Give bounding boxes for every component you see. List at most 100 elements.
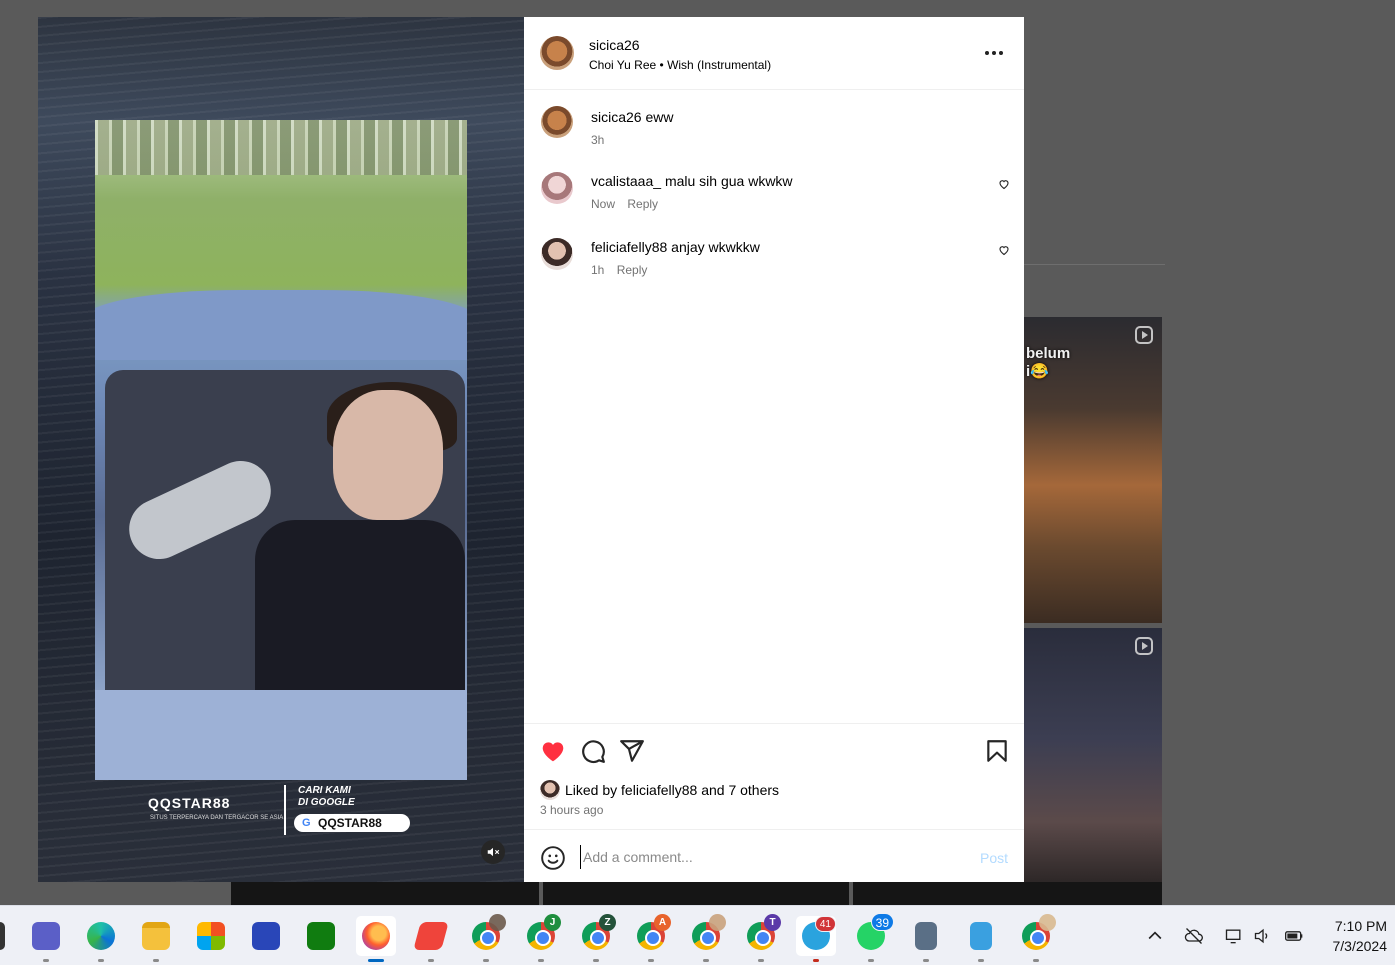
store-icon	[197, 922, 225, 950]
taskbar-chrome[interactable]	[686, 914, 726, 962]
post-button[interactable]: Post	[980, 850, 1008, 866]
chevron-up-icon[interactable]	[1145, 926, 1165, 946]
post-side-panel: sicica26 Choi Yu Ree • Wish (Instrumenta…	[524, 17, 1024, 882]
chrome-profile-badge	[1039, 914, 1056, 931]
emoji-icon[interactable]	[540, 845, 566, 871]
volume-icon[interactable]	[1253, 926, 1273, 946]
edge-icon	[87, 922, 115, 950]
comment-row: sicica26 eww 3h	[524, 106, 1024, 162]
taskbar-chrome[interactable]: A	[631, 914, 671, 962]
avatar[interactable]	[540, 36, 574, 70]
telegram-icon: 41	[802, 916, 836, 950]
ad-find-line: CARI KAMI	[298, 785, 351, 796]
audio-title[interactable]: Wish (Instrumental)	[667, 58, 771, 72]
running-indicator	[483, 959, 489, 962]
car-door	[95, 690, 467, 780]
comment-username[interactable]: sicica26	[591, 109, 642, 125]
taskbar-calculator[interactable]	[906, 916, 946, 962]
avatar[interactable]	[541, 172, 573, 204]
likes-first-user[interactable]: feliciafelly88	[621, 782, 697, 798]
taskbar-chrome[interactable]: T	[741, 914, 781, 962]
comment-composer: Post	[524, 829, 1024, 882]
taskbar-edge[interactable]	[81, 916, 121, 962]
taskbar-chrome[interactable]: J	[521, 914, 561, 962]
avatar[interactable]	[541, 106, 573, 138]
comment-meta: 3h	[591, 133, 604, 147]
dot-icon	[992, 51, 996, 55]
person-body	[255, 520, 465, 690]
post-modal: QQSTAR88 SITUS TERPERCAYA DAN TERGACOR S…	[38, 17, 1024, 882]
cloud-offline-icon[interactable]	[1184, 926, 1204, 946]
comment-username[interactable]: vcalistaaa_	[591, 173, 661, 189]
video-frame	[95, 120, 467, 780]
comment-like-icon[interactable]	[998, 178, 1010, 190]
person-head	[333, 390, 443, 520]
battery-icon[interactable]	[1284, 926, 1304, 946]
comment-input[interactable]	[580, 845, 960, 869]
running-indicator	[868, 959, 874, 962]
chrome-icon: J	[527, 914, 561, 950]
taskbar-telegram[interactable]: 41	[796, 916, 836, 962]
taskbar-teams[interactable]	[26, 916, 66, 962]
more-options-button[interactable]	[982, 44, 1006, 62]
taskbar-xbox[interactable]	[301, 916, 341, 956]
chrome-profile-badge: Z	[599, 914, 616, 931]
chrome-icon	[1022, 914, 1056, 950]
reply-button[interactable]: Reply	[627, 197, 658, 211]
chrome-icon	[692, 914, 726, 950]
heart-filled-icon[interactable]	[540, 738, 566, 764]
chrome-profile-badge: J	[544, 914, 561, 931]
reel-icon	[1135, 637, 1153, 655]
comment-meta: 1h Reply	[591, 263, 647, 277]
share-icon[interactable]	[619, 738, 645, 764]
taskbar-vpn[interactable]	[246, 916, 286, 956]
reel-icon	[1135, 326, 1153, 344]
background-tile-strip[interactable]	[231, 882, 539, 905]
reel-video[interactable]: QQSTAR88 SITUS TERPERCAYA DAN TERGACOR S…	[38, 17, 524, 882]
taskbar-app[interactable]	[0, 916, 20, 956]
comment-icon[interactable]	[580, 738, 606, 764]
whatsapp-icon: 39	[857, 913, 894, 950]
taskbar-chrome[interactable]	[466, 914, 506, 962]
background-tile-strip[interactable]	[543, 882, 849, 905]
likes-others[interactable]: 7 others	[728, 782, 779, 798]
taskbar-whatsapp[interactable]: 39	[851, 913, 894, 962]
comment-row: vcalistaaa_ malu sih gua wkwkw Now Reply	[524, 172, 1024, 228]
background-tile-strip[interactable]	[853, 882, 1162, 905]
taskbar-chrome[interactable]: Z	[576, 914, 616, 962]
comment-time: 3h	[591, 133, 605, 147]
background-reel-tile[interactable]	[1024, 628, 1162, 905]
taskbar-anydesk[interactable]	[411, 916, 451, 962]
ad-find-text: CARI KAMI DI GOOGLE	[298, 785, 355, 809]
reply-button[interactable]: Reply	[617, 263, 648, 277]
trees	[95, 120, 467, 175]
calculator-icon	[915, 922, 937, 950]
chrome-profile-badge	[709, 914, 726, 931]
avatar[interactable]	[540, 780, 560, 800]
notification-badge: 39	[870, 913, 894, 931]
comment-row: feliciafelly88 anjay wkwkkw 1h Reply	[524, 238, 1024, 294]
taskbar-chrome[interactable]	[1016, 914, 1056, 962]
comment-username[interactable]: feliciafelly88	[591, 239, 667, 255]
running-indicator	[813, 959, 819, 962]
taskbar-file-explorer[interactable]	[136, 916, 176, 962]
network-icon[interactable]	[1224, 926, 1244, 946]
taskbar-notepad[interactable]	[961, 916, 1001, 962]
bookmark-icon[interactable]	[984, 738, 1010, 764]
chrome-icon: Z	[582, 914, 616, 950]
mute-button[interactable]	[481, 840, 505, 864]
file-explorer-icon	[142, 922, 170, 950]
post-author[interactable]: sicica26	[589, 37, 640, 53]
ad-logo: QQSTAR88	[148, 795, 231, 811]
system-clock[interactable]: 7:10 PM 7/3/2024	[1333, 916, 1388, 956]
taskbar-store[interactable]	[191, 916, 231, 956]
running-indicator	[538, 959, 544, 962]
avatar[interactable]	[541, 238, 573, 270]
comment-like-icon[interactable]	[998, 244, 1010, 256]
taskbar-firefox[interactable]	[356, 916, 396, 962]
audio-artist[interactable]: Choi Yu Ree	[589, 58, 656, 72]
notification-badge: 41	[814, 916, 836, 932]
running-indicator	[153, 959, 159, 962]
audio-info[interactable]: Choi Yu Ree • Wish (Instrumental)	[589, 58, 771, 72]
ad-find-line: DI GOOGLE	[298, 797, 355, 808]
